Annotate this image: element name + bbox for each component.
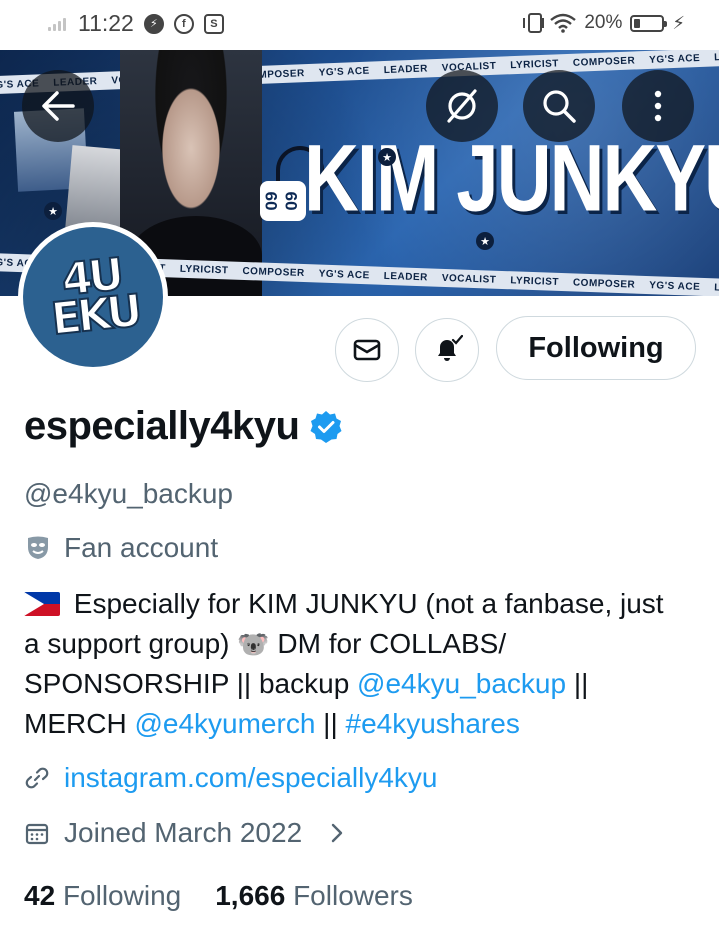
joined-row[interactable]: Joined March 2022 — [24, 817, 344, 849]
message-button[interactable] — [335, 318, 399, 382]
bell-check-icon — [438, 334, 463, 361]
banner-tape-word: COMPOSER — [242, 265, 305, 279]
professional-category: Fan account — [24, 532, 218, 564]
bio-text: || — [315, 708, 346, 739]
followers-stat[interactable]: 1,666 Followers — [215, 880, 413, 912]
theater-mask-icon — [28, 536, 48, 559]
banner-tape-word: YG'S ACE — [649, 279, 701, 293]
following-stat[interactable]: 42 Following — [24, 880, 181, 912]
banner-date-badge: 09 09 — [260, 181, 306, 221]
more-options-button[interactable] — [622, 70, 694, 142]
envelope-icon — [353, 339, 381, 361]
notifications-button[interactable] — [415, 318, 479, 382]
back-arrow-icon — [42, 91, 75, 121]
mention-link[interactable]: @e4kyu_backup — [357, 668, 566, 699]
banner-tape-word: LEADER — [383, 62, 429, 76]
facebook-icon: f — [173, 13, 194, 34]
philippines-flag-icon — [24, 592, 60, 616]
banner-tape-word: COMPOSER — [572, 276, 636, 291]
avatar-logo: 4U EKU — [48, 248, 142, 346]
followers-count: 1,666 — [215, 880, 286, 911]
clock: 11:22 — [78, 10, 134, 36]
avatar-image: 4U EKU — [23, 227, 163, 367]
more-vertical-icon — [654, 90, 662, 122]
display-name: especially4kyu — [24, 404, 300, 448]
search-icon — [543, 90, 576, 123]
website-link[interactable]: instagram.com/especially4kyu — [64, 762, 438, 794]
category-label: Fan account — [64, 532, 219, 563]
battery-percent: 20% — [584, 12, 623, 33]
link-icon — [25, 767, 49, 789]
status-bar: 11:22 ⚡ f S 20% ⚡ — [0, 0, 719, 50]
banner-tape-word: LYRICIST — [510, 274, 560, 288]
hashtag-link[interactable]: #e4kyushares — [346, 708, 520, 739]
banner-tape-word: COMPOSER — [572, 54, 636, 69]
website-row: instagram.com/especially4kyu — [24, 762, 438, 794]
banner-tape-word: LYRICIST — [510, 57, 560, 71]
banner-tape-word: LYRICIST — [179, 263, 229, 276]
chevron-right-icon — [331, 823, 343, 843]
banner-tape-word: LEADER — [383, 270, 429, 283]
display-name-row: especially4kyu — [24, 404, 343, 449]
banner-tape-word: LEADER — [714, 281, 719, 295]
handle: @e4kyu_backup — [24, 478, 234, 509]
mention-link[interactable]: @e4kyumerch — [134, 708, 315, 739]
grok-icon — [447, 89, 477, 123]
avatar[interactable]: 4U EKU — [18, 222, 168, 372]
following-label: Following — [62, 880, 182, 911]
star-icon: ★ — [378, 148, 396, 166]
banner-tape-word: YG'S ACE — [648, 52, 701, 66]
grok-button[interactable] — [426, 70, 498, 142]
status-bar-left: 11:22 ⚡ f S — [48, 10, 224, 37]
charging-icon: ⚡ — [672, 12, 685, 33]
banner-tape-word: VOCALIST — [441, 272, 497, 286]
star-icon: ★ — [44, 202, 62, 220]
verified-badge-icon[interactable] — [309, 410, 343, 444]
wifi-icon — [550, 13, 577, 33]
screenshot-icon: S — [203, 13, 224, 34]
battery-icon — [630, 14, 668, 32]
koala-emoji: 🐨 — [237, 629, 270, 659]
search-button[interactable] — [523, 70, 595, 142]
status-bar-right: 20% ⚡ — [523, 12, 685, 34]
follow-stats: 42 Following 1,666 Followers — [24, 880, 413, 912]
back-button[interactable] — [22, 70, 94, 142]
calendar-icon — [25, 823, 49, 845]
joined-date: Joined March 2022 — [64, 817, 303, 848]
banner-tape-word: YG'S ACE — [318, 268, 370, 281]
following-button[interactable]: Following — [496, 316, 696, 380]
vibrate-icon — [523, 13, 545, 33]
banner-tape-word: YG'S ACE — [318, 65, 370, 79]
followers-label: Followers — [293, 880, 413, 911]
bio: Especially for KIM JUNKYU (not a fanbase… — [24, 584, 684, 744]
star-icon: ★ — [476, 232, 494, 250]
following-count: 42 — [24, 880, 56, 911]
messenger-icon: ⚡ — [143, 13, 164, 34]
banner-tape-word: LEADER — [713, 50, 719, 63]
signal-icon — [48, 17, 66, 31]
